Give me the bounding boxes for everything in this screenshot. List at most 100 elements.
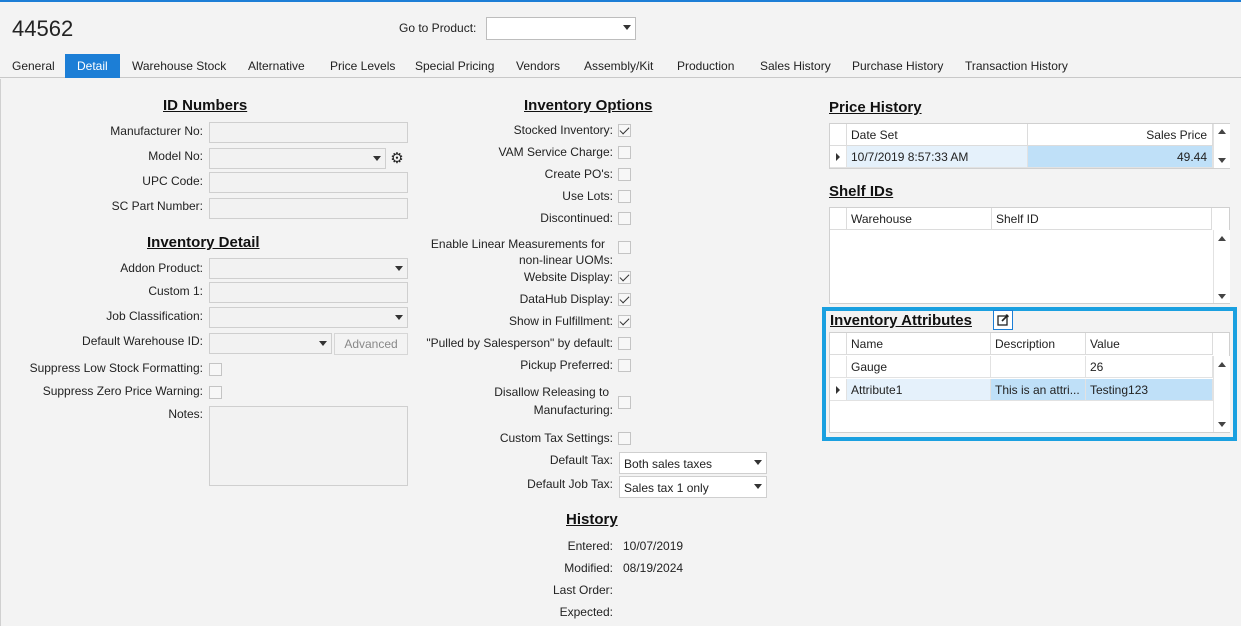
stocked-inventory-checkbox[interactable] bbox=[618, 124, 631, 137]
tab-price-levels[interactable]: Price Levels bbox=[318, 54, 407, 78]
model-no-select[interactable] bbox=[209, 148, 386, 169]
discontinued-checkbox[interactable] bbox=[618, 212, 631, 225]
manufacturer-no-field[interactable] bbox=[209, 122, 408, 143]
attribute-desc-cell[interactable] bbox=[991, 356, 1086, 378]
notes-textarea[interactable] bbox=[209, 406, 408, 486]
tab-production[interactable]: Production bbox=[665, 54, 746, 78]
row-indicator bbox=[830, 379, 847, 401]
chevron-down-icon bbox=[754, 484, 762, 489]
use-lots-label: Use Lots: bbox=[562, 189, 613, 203]
col-value[interactable]: Value bbox=[1086, 333, 1213, 355]
create-pos-checkbox[interactable] bbox=[618, 168, 631, 181]
id-numbers-title: ID Numbers bbox=[163, 97, 248, 114]
detail-panel: ID Numbers Manufacturer No: Model No: ⚙ … bbox=[0, 79, 1241, 626]
tab-special-pricing[interactable]: Special Pricing bbox=[403, 54, 506, 78]
default-job-tax-label: Default Job Tax: bbox=[527, 477, 613, 491]
addon-product-select[interactable] bbox=[209, 258, 408, 279]
price-history-date-cell[interactable]: 10/7/2019 8:57:33 AM bbox=[847, 146, 1028, 168]
tab-bar: General Detail Warehouse Stock Alternati… bbox=[0, 54, 1241, 78]
scroll-up-icon[interactable] bbox=[1218, 129, 1226, 134]
chevron-down-icon bbox=[395, 315, 403, 320]
tab-purchase-history[interactable]: Purchase History bbox=[840, 54, 955, 78]
use-lots-checkbox[interactable] bbox=[618, 190, 631, 203]
attribute-value-cell[interactable]: 26 bbox=[1086, 356, 1213, 378]
tab-general[interactable]: General bbox=[0, 54, 67, 78]
custom-tax-settings-checkbox[interactable] bbox=[618, 432, 631, 445]
col-date-set[interactable]: Date Set bbox=[847, 124, 1028, 146]
price-history-title: Price History bbox=[829, 99, 922, 116]
price-history-scrollbar[interactable] bbox=[1213, 124, 1230, 168]
advanced-button[interactable]: Advanced bbox=[334, 333, 408, 355]
scroll-down-icon[interactable] bbox=[1218, 158, 1226, 163]
default-tax-value: Both sales taxes bbox=[624, 457, 713, 471]
shelf-ids-grid: Warehouse Shelf ID bbox=[829, 207, 1230, 304]
pulled-by-salesperson-label: "Pulled by Salesperson" by default: bbox=[426, 336, 613, 350]
inventory-detail-title: Inventory Detail bbox=[147, 234, 260, 251]
linear-measurements-checkbox[interactable] bbox=[618, 241, 631, 254]
col-shelf-id[interactable]: Shelf ID bbox=[992, 208, 1212, 230]
row-pointer-icon bbox=[836, 153, 840, 161]
suppress-low-stock-checkbox[interactable] bbox=[209, 363, 222, 376]
default-warehouse-select[interactable] bbox=[209, 333, 332, 354]
last-order-label: Last Order: bbox=[552, 583, 613, 597]
default-job-tax-select[interactable]: Sales tax 1 only bbox=[619, 476, 767, 498]
show-in-fulfillment-checkbox[interactable] bbox=[618, 315, 631, 328]
tab-assembly-kit[interactable]: Assembly/Kit bbox=[572, 54, 665, 78]
upc-code-field[interactable] bbox=[209, 172, 408, 193]
job-classification-select[interactable] bbox=[209, 307, 408, 328]
scroll-up-icon[interactable] bbox=[1218, 236, 1226, 241]
inventory-options-title: Inventory Options bbox=[524, 97, 653, 114]
model-no-label: Model No: bbox=[148, 149, 203, 163]
tab-vendors[interactable]: Vendors bbox=[504, 54, 572, 78]
suppress-zero-price-checkbox[interactable] bbox=[209, 386, 222, 399]
col-description[interactable]: Description bbox=[991, 333, 1086, 355]
inventory-attributes-grid: Name Description Value Gauge 26 Attribut… bbox=[829, 332, 1230, 433]
custom1-field[interactable] bbox=[209, 282, 408, 303]
goto-product-select[interactable] bbox=[486, 17, 636, 40]
datahub-display-checkbox[interactable] bbox=[618, 293, 631, 306]
tab-detail[interactable]: Detail bbox=[65, 54, 120, 78]
modified-label: Modified: bbox=[564, 561, 613, 575]
attribute-desc-cell[interactable]: This is an attri... bbox=[991, 379, 1086, 401]
sc-part-number-field[interactable] bbox=[209, 198, 408, 219]
create-pos-label: Create PO's: bbox=[544, 167, 613, 181]
entered-label: Entered: bbox=[567, 539, 613, 553]
shelf-ids-scrollbar[interactable] bbox=[1213, 230, 1230, 303]
col-sales-price[interactable]: Sales Price bbox=[1028, 124, 1213, 146]
tab-transaction-history[interactable]: Transaction History bbox=[953, 54, 1080, 78]
scroll-down-icon[interactable] bbox=[1218, 294, 1226, 299]
col-name[interactable]: Name bbox=[847, 333, 991, 355]
attribute-name-cell[interactable]: Gauge bbox=[847, 356, 991, 378]
col-warehouse[interactable]: Warehouse bbox=[847, 208, 992, 230]
suppress-low-stock-label: Suppress Low Stock Formatting: bbox=[29, 361, 203, 375]
attribute-value-cell[interactable]: Testing123 bbox=[1086, 379, 1213, 401]
price-history-price-cell[interactable]: 49.44 bbox=[1028, 146, 1213, 168]
sc-part-number-label: SC Part Number: bbox=[111, 199, 203, 213]
attribute-name-cell[interactable]: Attribute1 bbox=[847, 379, 991, 401]
edit-attributes-button[interactable] bbox=[993, 310, 1013, 330]
pulled-by-salesperson-checkbox[interactable] bbox=[618, 337, 631, 350]
stocked-inventory-label: Stocked Inventory: bbox=[513, 123, 613, 137]
suppress-zero-price-label: Suppress Zero Price Warning: bbox=[42, 384, 203, 398]
tab-warehouse-stock[interactable]: Warehouse Stock bbox=[120, 54, 238, 78]
chevron-down-icon bbox=[319, 341, 327, 346]
pickup-preferred-checkbox[interactable] bbox=[618, 359, 631, 372]
edit-icon bbox=[997, 314, 1009, 326]
default-tax-select[interactable]: Both sales taxes bbox=[619, 452, 767, 474]
scroll-down-icon[interactable] bbox=[1218, 422, 1226, 427]
notes-label: Notes: bbox=[168, 407, 203, 421]
tab-alternative[interactable]: Alternative bbox=[236, 54, 317, 78]
default-tax-label: Default Tax: bbox=[549, 453, 613, 467]
tab-sales-history[interactable]: Sales History bbox=[748, 54, 843, 78]
row-indicator bbox=[830, 146, 847, 168]
website-display-checkbox[interactable] bbox=[618, 271, 631, 284]
gear-icon[interactable]: ⚙ bbox=[387, 148, 407, 169]
product-id-title: 44562 bbox=[12, 16, 74, 41]
scroll-up-icon[interactable] bbox=[1218, 362, 1226, 367]
disallow-releasing-checkbox[interactable] bbox=[618, 396, 631, 409]
vam-service-charge-checkbox[interactable] bbox=[618, 146, 631, 159]
disallow-releasing-label-line2: Manufacturing: bbox=[533, 403, 613, 417]
modified-value: 08/19/2024 bbox=[623, 561, 684, 575]
inventory-attributes-scrollbar[interactable] bbox=[1213, 356, 1230, 432]
price-history-grid: Date Set Sales Price 10/7/2019 8:57:33 A… bbox=[829, 123, 1230, 169]
